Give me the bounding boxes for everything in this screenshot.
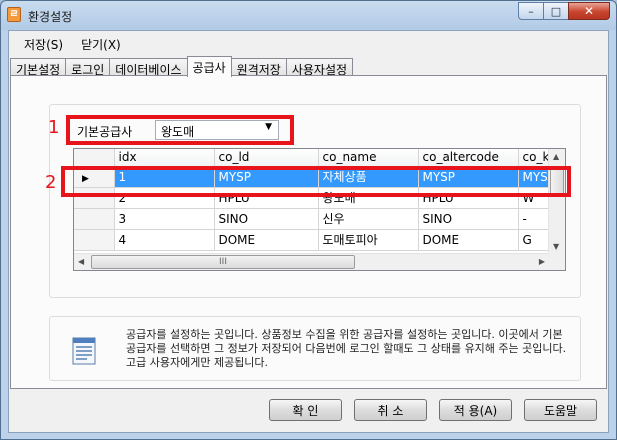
help-button[interactable]: 도움말 [524,399,597,421]
col-header-co-ld[interactable]: co_ld [214,149,319,167]
scroll-down-icon[interactable]: ▼ [553,242,559,251]
annotation-box-selected-row [61,166,571,197]
minimize-button[interactable]: – [518,2,544,20]
table-cell[interactable]: DOME [214,229,319,251]
app-icon: ㄹ [7,7,21,22]
row-header[interactable] [74,208,115,230]
info-box: 공급자를 설정하는 곳입니다. 상품정보 수집을 위한 공급자를 설정하는 곳입… [49,316,581,381]
info-text: 공급자를 설정하는 곳입니다. 상품정보 수집을 위한 공급자를 설정하는 곳입… [126,328,567,369]
row-header[interactable] [74,229,115,251]
scroll-corner [548,253,565,270]
tab-user-settings[interactable]: 사용자설정 [285,58,354,77]
col-header-idx[interactable]: idx [114,149,215,167]
document-icon [72,337,96,365]
table-cell[interactable]: SINO [418,208,519,230]
cancel-button[interactable]: 취 소 [354,399,427,421]
table-cell[interactable]: 신우 [318,208,419,230]
menu-bar: 저장(S) 닫기(X) [9,31,608,55]
scroll-left-icon[interactable]: ◀ [78,257,84,266]
col-header-co-name[interactable]: co_name [318,149,419,167]
col-header-co-altercode[interactable]: co_altercode [418,149,519,167]
table-row[interactable]: 4 DOME 도매토피아 DOME G [74,229,565,251]
horizontal-scroll-thumb[interactable]: III [91,255,355,269]
scroll-right-icon[interactable]: ▶ [539,257,545,266]
menu-close[interactable]: 닫기(X) [72,31,130,55]
settings-window: ㄹ 환경설정 – □ ✕ 저장(S) 닫기(X) 기본설정 로그인 데이터베이스… [0,0,617,440]
annotation-number-1: 1 [48,117,60,138]
annotation-box-supplier [66,115,294,145]
table-cell[interactable]: DOME [418,229,519,251]
window-title: 환경설정 [28,10,73,24]
tab-strip: 기본설정 로그인 데이터베이스 공급사 원격저장 사용자설정 [10,56,354,77]
tab-remote-save[interactable]: 원격저장 [230,58,287,77]
client-area: 저장(S) 닫기(X) 기본설정 로그인 데이터베이스 공급사 원격저장 사용자… [8,30,609,433]
table-cell[interactable]: 3 [114,208,215,230]
row-header-corner [74,149,115,167]
tab-login[interactable]: 로그인 [65,58,111,77]
horizontal-scrollbar[interactable]: ◀ III ▶ [74,253,549,270]
dialog-buttons: 확 인 취 소 적 용(A) 도움말 [269,399,597,421]
annotation-number-2: 2 [45,172,57,193]
scroll-up-icon[interactable]: ▲ [553,152,559,161]
vertical-scrollbar[interactable]: ▲ ▼ [548,149,565,253]
close-button[interactable]: ✕ [568,2,610,20]
table-row[interactable]: 3 SINO 신우 SINO - [74,208,565,230]
title-bar[interactable]: ㄹ 환경설정 – □ ✕ [1,1,616,29]
maximize-button[interactable]: □ [543,2,569,20]
table-cell[interactable]: SINO [214,208,319,230]
table-cell[interactable]: 4 [114,229,215,251]
menu-save[interactable]: 저장(S) [15,31,72,55]
ok-button[interactable]: 확 인 [269,399,342,421]
tab-database[interactable]: 데이터베이스 [109,58,188,77]
apply-button[interactable]: 적 용(A) [439,399,512,421]
table-cell[interactable]: 도매토피아 [318,229,419,251]
grid-header-row: idx co_ld co_name co_altercode co_ko [74,149,565,167]
tab-basic[interactable]: 기본설정 [10,58,67,77]
tab-supplier[interactable]: 공급사 [186,56,232,77]
